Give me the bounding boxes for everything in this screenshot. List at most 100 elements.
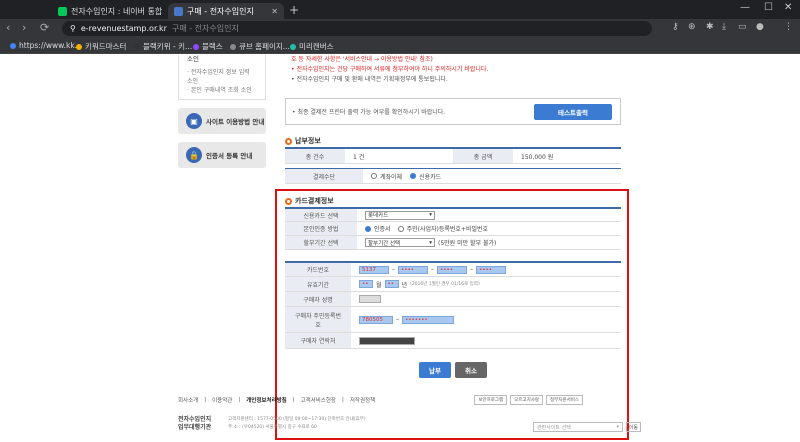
bullet-icon — [285, 137, 292, 145]
address-bar[interactable]: ⚲ e-revenuestamp.or.kr 구매 - 전자수입인지 — [62, 21, 652, 36]
footer-badges: 보안프로그램 모르고치사랑 정부지원서비스 — [474, 395, 583, 405]
site-footer: 회사소개 | 이용약관 | 개인정보처리방침 | 고객서비스헌장 | 저작권정책 보안프… — [178, 395, 641, 432]
usage-guide-button[interactable]: ▣ 사이트 이용방법 안내 — [178, 108, 266, 134]
footer-badge[interactable]: 보안프로그램 — [474, 395, 508, 405]
bookmark-favicon-icon — [193, 43, 199, 50]
buyer-phone-input[interactable] — [359, 336, 415, 345]
pay-button[interactable]: 납부 — [419, 362, 451, 378]
card-select[interactable]: 롯데카드 ▾ — [365, 210, 435, 220]
card-number-label: 카드번호 — [285, 263, 351, 276]
radio-rrn-password[interactable] — [397, 225, 404, 232]
close-window-icon[interactable]: ✕ — [784, 2, 792, 13]
sidebar-head: 소인 — [187, 55, 199, 63]
card-number-1[interactable]: 5137 — [359, 265, 389, 274]
footer-address: 고객지원센터 : 1577-0500 (평일 09:00~17:30) 단축번호… — [228, 417, 366, 430]
tab-naver[interactable]: 전자수입인지 : 네이버 통합 ✕ — [52, 3, 164, 19]
lock-icon: 🔒 — [186, 147, 202, 163]
expiry-year-input[interactable]: •• — [384, 280, 399, 288]
monitor-icon: ▣ — [186, 113, 202, 129]
table-row: 구매자 연락처 — [285, 333, 621, 349]
footer-badge[interactable]: 모르고치사랑 — [510, 395, 544, 405]
radio-certificate[interactable] — [365, 225, 371, 232]
card-number-4[interactable]: •••• — [476, 265, 506, 274]
bookmark-item[interactable]: 블랙키위 - 키... — [134, 41, 192, 52]
table-row: 유효기간 •• 월 •• 년 (2016년 1월인 경우 01/16로 입력) — [285, 277, 621, 292]
print-notice: • 최종 결제전 프린터 출력 가능 여부를 확인하시기 바랍니다. — [292, 109, 446, 116]
maximize-icon[interactable]: ☐ — [764, 2, 773, 13]
sidebar-link[interactable]: · 본인 구매내역 조회 소인 — [187, 86, 257, 95]
reload-icon[interactable]: ⟳ — [40, 21, 49, 34]
bookmarks-bar: https://www.kk... 키워드마스터 블랙키위 - 키... 블랙스… — [0, 38, 800, 54]
new-tab-icon[interactable]: + — [289, 3, 299, 17]
chevron-down-icon: ▾ — [429, 212, 432, 218]
url-title: 구매 - 전자수입인지 — [171, 24, 239, 33]
table-row: 본인인증 방법 인증서 주민(사업자)등록번호+비밀번호 — [285, 222, 621, 236]
rrn-front-input[interactable]: 780505 — [359, 315, 393, 324]
tab-revenue-stamp[interactable]: 구매 - 전자수입인지 ✕ — [168, 3, 284, 19]
forward-icon[interactable]: › — [22, 21, 26, 34]
minimize-icon[interactable]: — — [740, 2, 750, 13]
table-row: 구매자 성명 — [285, 292, 621, 307]
chevron-down-icon: ▾ — [429, 239, 432, 246]
buyer-name-input[interactable] — [359, 295, 381, 303]
method-options: 계좌이체 신용카드 — [363, 169, 441, 183]
total-count-value: 1 건 — [353, 153, 365, 161]
rrn-fields: 780505– ••••••• — [351, 307, 454, 332]
card-detail-table: 카드번호 5137– •••• – •••• – •••• 유효기간 •• 월 ••… — [285, 261, 621, 349]
bookmark-favicon-icon — [230, 43, 236, 50]
test-print-button[interactable]: 테스트출력 — [534, 104, 612, 120]
footer-link[interactable]: 회사소개 — [178, 396, 198, 404]
footer-badge[interactable]: 정부지원서비스 — [546, 395, 583, 405]
rrn-back-input[interactable]: ••••••• — [402, 315, 454, 324]
tab-title: 전자수입인지 : 네이버 통합 — [71, 6, 163, 16]
zoom-icon[interactable]: ⊕ — [688, 22, 696, 32]
bookmark-item[interactable]: 키워드마스터 — [76, 41, 126, 52]
footer-link[interactable]: 저작권정책 — [350, 396, 375, 404]
card-number-2[interactable]: •••• — [398, 265, 428, 274]
card-select-label: 신용카드 선택 — [285, 209, 357, 221]
menu-icon[interactable]: ⋮ — [784, 22, 793, 32]
key-icon[interactable]: ⚷ — [672, 22, 679, 32]
card-info-heading: 카드결제정보 — [285, 196, 334, 206]
print-check-box: • 최종 결제전 프린터 출력 가능 여부를 확인하시기 바랍니다. 테스트출력 — [285, 98, 621, 125]
notice-box: 호 등 자세한 사항은 '서비스안내 → 이용방법 안내' 참조) • 전자수입… — [285, 55, 621, 85]
card-number-3[interactable]: •••• — [437, 265, 467, 274]
chevron-down-icon: ▾ — [616, 424, 619, 430]
cancel-button[interactable]: 취소 — [455, 362, 487, 378]
payment-method-table: 결제수단 계좌이체 신용카드 — [285, 168, 621, 184]
extensions-icon[interactable]: ✱ — [706, 22, 714, 32]
profile-icon[interactable]: ● — [756, 22, 764, 32]
radio-bank-transfer[interactable] — [371, 173, 377, 179]
browser-toolbar: ‹ › ⟳ ⚲ e-revenuestamp.or.kr 구매 - 전자수입인지… — [0, 19, 800, 38]
bookmark-item[interactable]: 미리캔버스 — [290, 41, 334, 52]
tab-title: 구매 - 전자수입인지 — [187, 6, 254, 16]
footer-link[interactable]: 고객서비스헌장 — [301, 396, 336, 404]
back-icon[interactable]: ‹ — [6, 21, 10, 34]
bookmark-favicon-icon — [134, 43, 140, 50]
footer-link[interactable]: 이용약관 — [212, 396, 232, 404]
sidebar-link[interactable]: · 전자수입인지 정보 입력 소인 — [187, 68, 257, 86]
left-sidebar: 소인 · 전자수입인지 정보 입력 소인 · 본인 구매내역 조회 소인 ▣ 사… — [178, 55, 266, 168]
certificate-guide-button[interactable]: 🔒 인증서 등록 안내 — [178, 142, 266, 168]
installment-select[interactable]: 할부기간 선택 ▾ — [365, 238, 435, 247]
go-button[interactable]: 이동 — [625, 422, 641, 432]
url-host: e-revenuestamp.or.kr — [80, 24, 167, 33]
method-label: 결제수단 — [285, 169, 363, 183]
footer-link-privacy[interactable]: 개인정보처리방침 — [246, 396, 286, 404]
close-tab-icon[interactable]: ✕ — [271, 7, 278, 16]
notice-line: • 전자수입인지 구매 및 환매 내역은 기획재정부에 통보됩니다. — [291, 76, 448, 83]
sidepanel-icon[interactable]: ▭ — [738, 22, 747, 32]
related-sites-select[interactable]: 관련사이트 선택 ▾ — [533, 422, 623, 432]
footer-org: 전자수입인지 업무대행기관 — [178, 416, 212, 431]
bookmark-favicon-icon — [10, 42, 16, 49]
site-info-icon[interactable]: ⚲ — [70, 24, 76, 33]
download-icon[interactable]: ⤓ — [722, 22, 726, 32]
expiry-month-input[interactable]: •• — [359, 280, 373, 288]
bookmark-item[interactable]: 큐브 홈페이지... — [230, 41, 290, 52]
bookmark-item[interactable]: 블랙스 — [193, 41, 223, 52]
installment-note: (5만원 미만 할부 불가) — [438, 240, 497, 247]
rrn-label: 구매자 주민등록번호 — [285, 307, 351, 332]
radio-credit-card[interactable] — [410, 173, 417, 179]
bookmark-favicon-icon — [76, 43, 82, 50]
bookmark-item[interactable]: https://www.kk... — [10, 41, 82, 50]
